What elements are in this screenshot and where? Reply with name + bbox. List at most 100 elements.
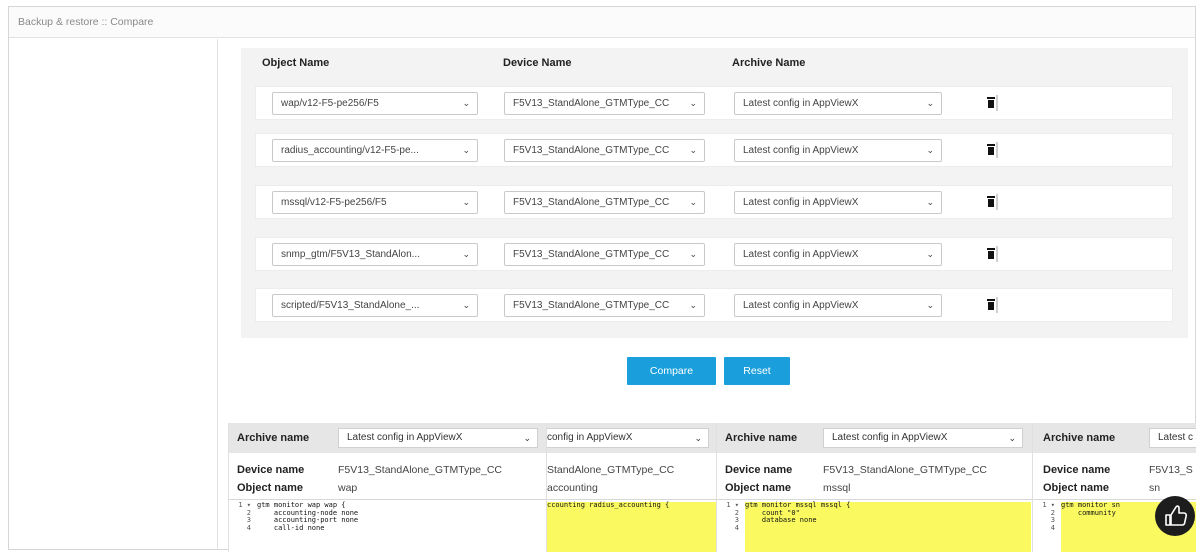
- archive-select[interactable]: Latest config in AppViewX ⌄: [734, 294, 942, 317]
- archive-select-value: Latest c: [1158, 432, 1194, 443]
- archive-name-header: Archive Name: [732, 57, 806, 69]
- device-select[interactable]: F5V13_StandAlone_GTMType_CC ⌄: [504, 243, 705, 266]
- device-name-label: Device name: [237, 464, 305, 476]
- object-name-value: sn: [1149, 482, 1161, 494]
- archive-select-value: Latest config in AppViewX: [743, 197, 859, 208]
- chevron-down-icon: ⌄: [926, 98, 934, 108]
- archive-header: Archive name Latest config in AppViewX ⌄: [229, 423, 546, 453]
- code-editor[interactable]: 1 ▾ 2 3 4 gtm monitor wap wap { accounti…: [229, 499, 546, 552]
- chevron-down-icon: ⌄: [689, 197, 697, 207]
- archive-select-value: Latest config in AppViewX: [832, 432, 948, 443]
- archive-select-value: Latest config in AppViewX: [743, 300, 859, 311]
- compare-row: mssql/v12-F5-pe256/F5 ⌄ F5V13_StandAlone_…: [255, 185, 1173, 219]
- trash-icon[interactable]: [984, 95, 998, 111]
- device-name-value: F5V13_S: [1149, 464, 1193, 476]
- chevron-down-icon: ⌄: [462, 197, 470, 207]
- line-numbers: 1 ▾ 2 3 4: [238, 501, 251, 532]
- code-text: ccounting radius_accounting {: [547, 501, 716, 552]
- archive-name-label: Archive name: [1043, 432, 1116, 444]
- object-select[interactable]: radius_accounting/v12-F5-pe... ⌄: [272, 139, 478, 162]
- chevron-down-icon: ⌄: [926, 197, 934, 207]
- chevron-down-icon: ⌄: [523, 433, 531, 443]
- archive-select[interactable]: config in AppViewX ⌄: [547, 428, 709, 448]
- object-select[interactable]: wap/v12-F5-pe256/F5 ⌄: [272, 92, 478, 115]
- trash-icon[interactable]: [984, 297, 998, 313]
- archive-select-value: Latest config in AppViewX: [743, 145, 859, 156]
- chevron-down-icon: ⌄: [689, 300, 697, 310]
- archive-select-value: Latest config in AppViewX: [743, 249, 859, 260]
- device-name-value: F5V13_StandAlone_GTMType_CC: [338, 464, 503, 476]
- archive-header: Archive name Latest config in AppViewX ⌄: [717, 423, 1032, 453]
- archive-select-value: config in AppViewX: [547, 432, 633, 443]
- device-name-label: Device name: [725, 464, 793, 476]
- trash-icon[interactable]: [984, 194, 998, 210]
- compare-panel: config in AppViewX ⌄ StandAlone_GTMType_C…: [546, 423, 716, 552]
- chevron-down-icon: ⌄: [689, 98, 697, 108]
- chevron-down-icon: ⌄: [462, 98, 470, 108]
- sidebar: [9, 39, 218, 549]
- line-numbers: 1 ▾ 2 3 4: [1042, 501, 1055, 532]
- object-select-value: scripted/F5V13_StandAlone_...: [281, 300, 420, 311]
- thumbs-up-icon: [1165, 505, 1188, 526]
- device-select[interactable]: F5V13_StandAlone_GTMType_CC ⌄: [504, 92, 705, 115]
- object-select[interactable]: mssql/v12-F5-pe256/F5 ⌄: [272, 191, 478, 214]
- trash-icon[interactable]: [984, 142, 998, 158]
- object-select-value: wap/v12-F5-pe256/F5: [281, 98, 379, 109]
- archive-header: config in AppViewX ⌄: [547, 423, 716, 453]
- object-select-value: radius_accounting/v12-F5-pe...: [281, 145, 419, 156]
- compare-panel: Archive name Latest config in AppViewX ⌄ …: [716, 423, 1032, 552]
- code-text: gtm monitor wap wap { accounting-node no…: [257, 501, 359, 532]
- archive-header: Archive name Latest c: [1033, 423, 1196, 453]
- chevron-down-icon: ⌄: [694, 433, 702, 443]
- archive-select[interactable]: Latest config in AppViewX ⌄: [734, 139, 942, 162]
- chevron-down-icon: ⌄: [462, 300, 470, 310]
- archive-name-label: Archive name: [725, 432, 798, 444]
- device-select[interactable]: F5V13_StandAlone_GTMType_CC ⌄: [504, 139, 705, 162]
- chevron-down-icon: ⌄: [689, 249, 697, 259]
- reset-button[interactable]: Reset: [724, 357, 790, 385]
- archive-select[interactable]: Latest config in AppViewX ⌄: [823, 428, 1023, 448]
- object-name-value: accounting: [547, 482, 598, 494]
- device-select-value: F5V13_StandAlone_GTMType_CC: [513, 98, 670, 109]
- code-editor[interactable]: 1 ▾ 2 3 4 gtm monitor mssql mssql { coun…: [717, 499, 1032, 552]
- device-select[interactable]: F5V13_StandAlone_GTMType_CC ⌄: [504, 294, 705, 317]
- object-select-value: snmp_gtm/F5V13_StandAlon...: [281, 249, 420, 260]
- chevron-down-icon: ⌄: [689, 145, 697, 155]
- device-select-value: F5V13_StandAlone_GTMType_CC: [513, 300, 670, 311]
- object-select-value: mssql/v12-F5-pe256/F5: [281, 197, 387, 208]
- object-name-label: Object name: [1043, 482, 1110, 494]
- device-select-value: F5V13_StandAlone_GTMType_CC: [513, 249, 670, 260]
- device-name-value: F5V13_StandAlone_GTMType_CC: [823, 464, 988, 476]
- archive-name-label: Archive name: [237, 432, 310, 444]
- archive-select[interactable]: Latest config in AppViewX ⌄: [734, 191, 942, 214]
- code-editor[interactable]: ccounting radius_accounting {: [547, 499, 716, 552]
- device-name-label: Device name: [1043, 464, 1111, 476]
- archive-select[interactable]: Latest c: [1149, 428, 1196, 448]
- chevron-down-icon: ⌄: [926, 145, 934, 155]
- chevron-down-icon: ⌄: [926, 249, 934, 259]
- object-select[interactable]: snmp_gtm/F5V13_StandAlon... ⌄: [272, 243, 478, 266]
- compare-button[interactable]: Compare: [627, 357, 716, 385]
- chevron-down-icon: ⌄: [462, 145, 470, 155]
- chevron-down-icon: ⌄: [462, 249, 470, 259]
- chevron-down-icon: ⌄: [1008, 433, 1016, 443]
- device-name-value: StandAlone_GTMType_CC: [547, 464, 675, 476]
- archive-select[interactable]: Latest config in AppViewX ⌄: [734, 92, 942, 115]
- window-title: Backup & restore :: Compare: [18, 16, 154, 28]
- compare-row: scripted/F5V13_StandAlone_... ⌄ F5V13_Sta…: [255, 288, 1173, 322]
- chevron-down-icon: ⌄: [926, 300, 934, 310]
- device-select[interactable]: F5V13_StandAlone_GTMType_CC ⌄: [504, 191, 705, 214]
- title-bar: Backup & restore :: Compare: [9, 7, 1195, 38]
- archive-select[interactable]: Latest config in AppViewX ⌄: [338, 428, 538, 448]
- object-select[interactable]: scripted/F5V13_StandAlone_... ⌄: [272, 294, 478, 317]
- object-name-label: Object name: [237, 482, 304, 494]
- device-select-value: F5V13_StandAlone_GTMType_CC: [513, 197, 670, 208]
- compare-row: radius_accounting/v12-F5-pe... ⌄ F5V13_St…: [255, 133, 1173, 167]
- device-select-value: F5V13_StandAlone_GTMType_CC: [513, 145, 670, 156]
- object-name-label: Object name: [725, 482, 792, 494]
- feedback-button[interactable]: [1155, 496, 1195, 536]
- archive-select[interactable]: Latest config in AppViewX ⌄: [734, 243, 942, 266]
- compare-panel: Archive name Latest config in AppViewX ⌄ …: [228, 423, 546, 552]
- trash-icon[interactable]: [984, 246, 998, 262]
- selection-panel: Object Name Device Name Archive Name wap…: [241, 48, 1188, 338]
